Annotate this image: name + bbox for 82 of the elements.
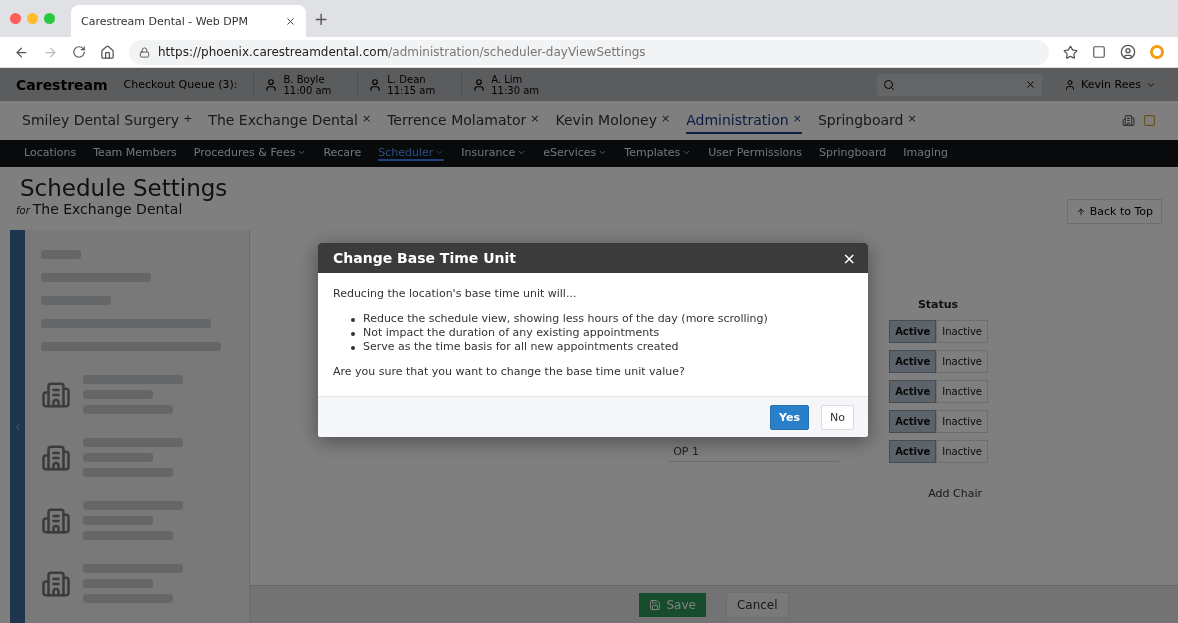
bullet-icon: [351, 346, 355, 350]
page-title: Schedule Settings: [20, 175, 228, 201]
person-icon: [264, 77, 279, 92]
nav-item[interactable]: Procedures & Fees: [193, 146, 307, 161]
nav-item[interactable]: Team Members: [93, 146, 177, 161]
bullet-icon: [351, 332, 355, 336]
workspace-tab[interactable]: Smiley Dental Surgery +: [22, 107, 193, 134]
search-icon: [883, 78, 896, 91]
status-toggle[interactable]: Inactive: [936, 410, 988, 433]
nav-item[interactable]: eServices: [543, 146, 608, 161]
clear-icon[interactable]: [1025, 79, 1037, 90]
yes-button[interactable]: Yes: [770, 404, 810, 430]
status-toggle[interactable]: Inactive: [936, 380, 988, 403]
close-button[interactable]: ×: [842, 248, 856, 268]
browser-tab[interactable]: Carestream Dental - Web DPM: [71, 5, 306, 38]
for-label: for: [16, 205, 30, 216]
chair-name-field[interactable]: OP 1: [669, 441, 840, 462]
maximize-window-dot[interactable]: [44, 13, 55, 25]
workspace-tab[interactable]: Springboard ×: [817, 107, 917, 134]
nav-item[interactable]: Recare: [323, 146, 362, 161]
list-item: Reduce the schedule view, showing less hours of the day (more scrolling): [363, 312, 768, 325]
workspace-tab[interactable]: Terrence Molamator ×: [387, 107, 540, 134]
queue-chip[interactable]: L. Dean 11:15 am: [357, 73, 446, 96]
status-toggle[interactable]: Active: [889, 380, 937, 403]
status-header: Status: [916, 298, 960, 311]
nav-item[interactable]: Scheduler: [378, 146, 445, 161]
status-toggle[interactable]: Active: [889, 440, 937, 463]
square-icon[interactable]: [1143, 114, 1156, 127]
close-icon[interactable]: [285, 15, 296, 27]
close-window-dot[interactable]: [10, 13, 21, 25]
forward-icon[interactable]: [43, 44, 58, 60]
checkout-queue-label: Checkout Queue (3):: [123, 78, 238, 91]
profile-icon[interactable]: [1120, 44, 1136, 61]
workspace-tab[interactable]: Kevin Moloney ×: [555, 107, 671, 134]
dialog-question: Are you sure that you want to change the base time unit value?: [333, 365, 686, 378]
status-toggle[interactable]: Inactive: [936, 440, 988, 463]
nav-item[interactable]: Templates: [624, 146, 692, 161]
extension-icon[interactable]: [1150, 45, 1164, 60]
dialog-title: Change Base Time Unit: [333, 250, 516, 266]
person-icon: [1064, 78, 1077, 91]
workspace-tab[interactable]: The Exchange Dental ×: [208, 107, 372, 134]
address-field[interactable]: https://phoenix.carestreamdental.com/administration/scheduler-dayViewSettings: [129, 39, 1049, 65]
square-icon[interactable]: [1092, 45, 1106, 60]
logo: Carestream: [16, 76, 108, 93]
queue-chip[interactable]: A. Lim 11:30 am: [461, 73, 550, 96]
new-tab-button[interactable]: +: [314, 8, 329, 29]
status-toggle[interactable]: Inactive: [936, 350, 988, 373]
search-field[interactable]: [877, 73, 1043, 96]
arrow-up-icon: [1075, 206, 1086, 217]
status-toggle[interactable]: Active: [889, 350, 937, 373]
bullet-icon: [351, 318, 355, 322]
queue-chip[interactable]: B. Boyle 11:00 am: [253, 73, 342, 96]
no-button[interactable]: No: [821, 404, 854, 430]
url-text: https://phoenix.carestreamdental.com/administration/scheduler-dayViewSettings: [158, 45, 646, 60]
minimize-window-dot[interactable]: [27, 13, 38, 25]
list-item: Serve as the time basis for all new appointments created: [363, 340, 679, 353]
nav-item[interactable]: User Permissions: [708, 146, 802, 161]
cancel-button[interactable]: Cancel: [725, 591, 789, 618]
status-toggle[interactable]: Active: [889, 320, 937, 343]
nav-item[interactable]: Springboard: [818, 146, 887, 161]
reload-icon[interactable]: [72, 45, 86, 60]
add-chair-link[interactable]: Add Chair: [922, 486, 988, 501]
status-toggle[interactable]: Active: [889, 410, 937, 433]
dialog-text: Reducing the location's base time unit will...: [333, 287, 578, 300]
location-name: The Exchange Dental: [32, 201, 183, 217]
status-toggle[interactable]: Inactive: [936, 320, 988, 343]
nav-item[interactable]: Insurance: [461, 146, 527, 161]
nav-item[interactable]: Imaging: [903, 146, 948, 161]
workspace-tab[interactable]: Administration ×: [686, 107, 802, 134]
lock-icon: [139, 46, 150, 58]
back-to-top-button[interactable]: Back to Top: [1066, 199, 1162, 224]
save-button[interactable]: Save: [639, 592, 706, 617]
list-item: Not impact the duration of any existing appointments: [363, 326, 660, 339]
person-icon: [368, 77, 383, 92]
save-icon: [649, 598, 662, 611]
nav-item[interactable]: Locations: [24, 146, 77, 161]
person-icon: [472, 77, 487, 92]
building-icon[interactable]: [1122, 114, 1135, 127]
star-icon[interactable]: [1063, 44, 1078, 60]
user-menu-button[interactable]: Kevin Rees: [1058, 77, 1162, 92]
back-icon[interactable]: [14, 44, 29, 60]
home-icon[interactable]: [100, 44, 115, 60]
